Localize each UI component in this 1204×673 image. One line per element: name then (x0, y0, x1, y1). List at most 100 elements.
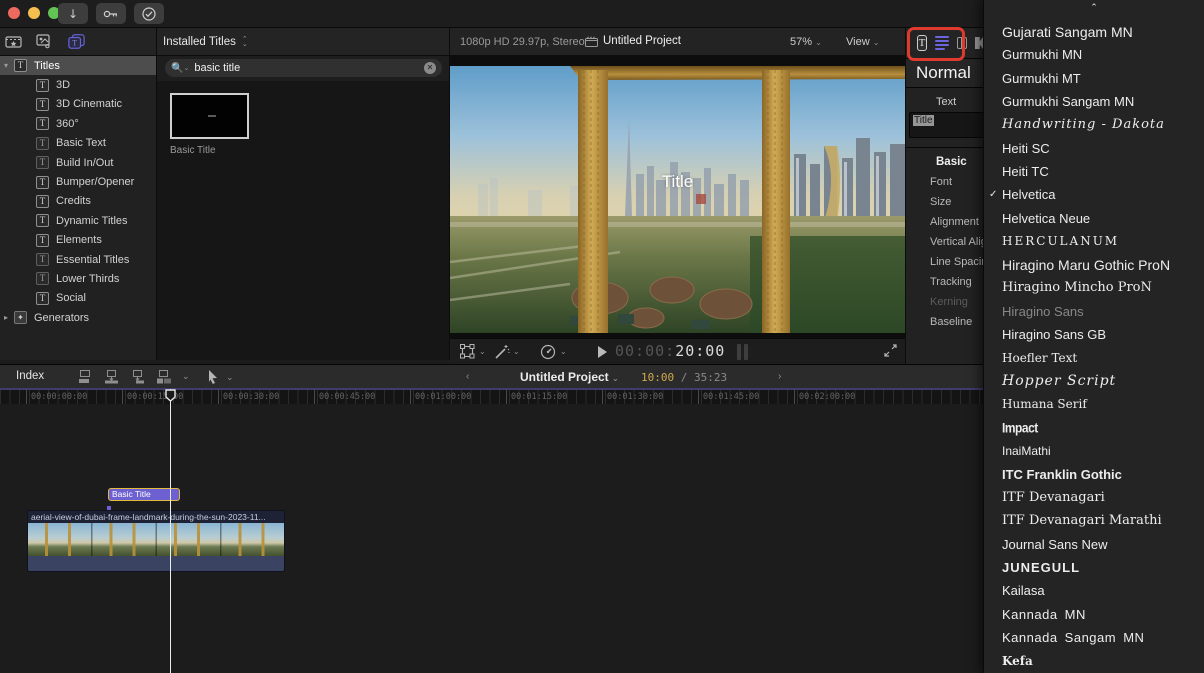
font-menu-item[interactable]: Gurmukhi MT (984, 67, 1204, 90)
sidebar-item[interactable]: T 3D Cinematic (0, 95, 156, 114)
title-text-field[interactable]: Title (909, 112, 983, 138)
font-menu-item[interactable]: ✓ Helvetica (984, 183, 1204, 206)
basic-title-thumbnail[interactable] (170, 93, 249, 139)
font-menu-item[interactable]: Hiragino Mincho ProN (984, 276, 1204, 299)
sidebar-item[interactable]: ▾ T Titles (0, 56, 156, 75)
sidebar-item[interactable]: T Build In/Out (0, 153, 156, 172)
inspector-row[interactable]: Kerning (906, 292, 983, 312)
sidebar-item[interactable]: T Essential Titles (0, 250, 156, 269)
timeline-project-popup[interactable]: Untitled Project (520, 370, 619, 384)
sidebar-item[interactable]: T 3D (0, 75, 156, 94)
font-menu-item[interactable]: Heiti TC (984, 160, 1204, 183)
font-menu-item[interactable]: Hiragino Sans (984, 300, 1204, 323)
clear-search-button[interactable]: ✕ (424, 62, 436, 74)
text-preset-popup[interactable]: Normal (906, 58, 983, 88)
sidebar-item[interactable]: ▸ ✦ Generators (0, 308, 156, 327)
playhead-marker-icon[interactable] (165, 389, 176, 402)
sidebar-item[interactable]: T Bumper/Opener (0, 172, 156, 191)
inspector-row[interactable]: Line Spacin (906, 252, 983, 272)
viewer-canvas[interactable]: Title (450, 56, 905, 338)
font-menu-item[interactable]: Gujarati Sangam MN (984, 20, 1204, 43)
viewer-zoom-select[interactable]: 57% (790, 36, 822, 48)
edit-options-chevron-icon[interactable] (182, 372, 190, 382)
font-menu-item[interactable]: Hiragino Sans GB (984, 323, 1204, 346)
search-scope-chevron-icon[interactable] (183, 64, 189, 72)
connect-edit-icon[interactable] (78, 369, 94, 384)
search-input[interactable]: 🔍 basic title ✕ (165, 59, 442, 77)
video-clip[interactable]: aerial-view-of-dubai-frame-landmark-duri… (27, 510, 285, 572)
disclosure-caret-icon[interactable]: ▾ (4, 61, 14, 70)
inspector-row[interactable]: Font (906, 172, 983, 192)
font-menu-item[interactable]: ITF Devanagari Marathi (984, 509, 1204, 532)
font-menu-item[interactable]: ITF Devanagari (984, 486, 1204, 509)
font-menu-item[interactable]: Kefa (984, 649, 1204, 672)
sidebar-item[interactable]: T Elements (0, 231, 156, 250)
inspector-row[interactable]: Size (906, 192, 983, 212)
scroll-up-arrow-icon[interactable]: ⌃ (984, 0, 1204, 14)
effects-chevron-icon[interactable] (513, 347, 520, 356)
overwrite-edit-icon[interactable] (156, 369, 172, 384)
font-menu-item[interactable]: Heiti SC (984, 136, 1204, 159)
inspector-row[interactable]: Alignment (906, 212, 983, 232)
key-button[interactable] (96, 3, 126, 24)
font-menu-item[interactable]: HERCULANUM (984, 230, 1204, 253)
search-value[interactable]: basic title (194, 62, 424, 74)
sidebar-item[interactable]: T 360° (0, 114, 156, 133)
effects-browser-button[interactable] (5, 33, 22, 49)
pointer-tool-button[interactable] (206, 369, 220, 390)
font-menu-item[interactable]: Kannada Sangam MN (984, 626, 1204, 649)
inspector-row[interactable]: Tracking (906, 272, 983, 292)
sidebar-item[interactable]: T Basic Text (0, 134, 156, 153)
minimize-window-button[interactable] (28, 7, 40, 19)
timeline-ruler[interactable]: 00:00:00:0000:00:15:0000:00:30:0000:00:4… (0, 388, 983, 404)
download-button[interactable]: ↓ (58, 3, 88, 24)
fullscreen-expand-icon[interactable] (884, 344, 897, 357)
font-menu-item[interactable]: Journal Sans New (984, 533, 1204, 556)
disclosure-caret-icon[interactable]: ▸ (4, 313, 14, 322)
inspector-row[interactable]: Vertical Alig (906, 232, 983, 252)
next-project-chevron[interactable]: › (778, 371, 781, 382)
font-menu-item[interactable]: Humana Serif (984, 393, 1204, 416)
transform-tool-icon[interactable] (460, 344, 475, 359)
updown-chevrons-icon[interactable]: ⌃⌄ (242, 37, 248, 46)
append-edit-icon[interactable] (130, 369, 146, 384)
font-menu-item[interactable]: Handwriting - Dakota (984, 113, 1204, 136)
font-menu-item[interactable]: Kannada MN (984, 602, 1204, 625)
previous-project-chevron[interactable]: ‹ (466, 371, 469, 382)
sidebar-item[interactable]: T Social (0, 289, 156, 308)
index-button[interactable]: Index (16, 370, 44, 382)
playhead-line[interactable] (170, 389, 171, 673)
font-menu-item[interactable]: Kailasa (984, 579, 1204, 602)
title-text-overlay[interactable]: Title (450, 172, 905, 192)
font-menu-item[interactable]: JUNEGULL (984, 556, 1204, 579)
font-menu-item[interactable]: Hoefler Text (984, 346, 1204, 369)
close-window-button[interactable] (8, 7, 20, 19)
insert-edit-icon[interactable] (104, 369, 120, 384)
audio-inspector-tab-icon[interactable] (975, 37, 983, 49)
tool-chevron-icon[interactable] (226, 373, 234, 383)
play-button[interactable] (598, 346, 607, 358)
font-menu-item[interactable]: Helvetica Neue (984, 206, 1204, 229)
inspector-row[interactable]: Baseline (906, 312, 983, 332)
effects-wand-icon[interactable] (494, 344, 510, 360)
retime-chevron-icon[interactable] (560, 347, 567, 356)
font-menu-item[interactable]: Impact (984, 416, 1204, 439)
font-menu-item[interactable]: InaiMathi (984, 439, 1204, 462)
font-menu-item[interactable]: Hopper Script (984, 369, 1204, 392)
check-button[interactable] (134, 3, 164, 24)
basic-section-header[interactable]: Basic (906, 148, 983, 172)
photos-audio-browser-button[interactable] (36, 33, 53, 49)
viewer-view-select[interactable]: View (846, 36, 879, 48)
font-menu-item[interactable]: Gurmukhi MN (984, 43, 1204, 66)
installed-titles-popup[interactable]: Installed Titles (163, 36, 236, 48)
sidebar-item[interactable]: T Dynamic Titles (0, 211, 156, 230)
transform-chevron-icon[interactable] (479, 347, 486, 356)
font-menu-item[interactable]: Hiragino Maru Gothic ProN (984, 253, 1204, 276)
timeline-area[interactable]: 00:00:00:0000:00:15:0000:00:30:0000:00:4… (0, 388, 983, 673)
sidebar-item[interactable]: T Lower Thirds (0, 269, 156, 288)
retime-icon[interactable] (540, 344, 556, 360)
font-menu-item[interactable]: ITC Franklin Gothic (984, 463, 1204, 486)
titles-generators-browser-button[interactable]: T (68, 33, 85, 49)
font-menu-item[interactable]: Gurmukhi Sangam MN (984, 90, 1204, 113)
sidebar-item[interactable]: T Credits (0, 192, 156, 211)
